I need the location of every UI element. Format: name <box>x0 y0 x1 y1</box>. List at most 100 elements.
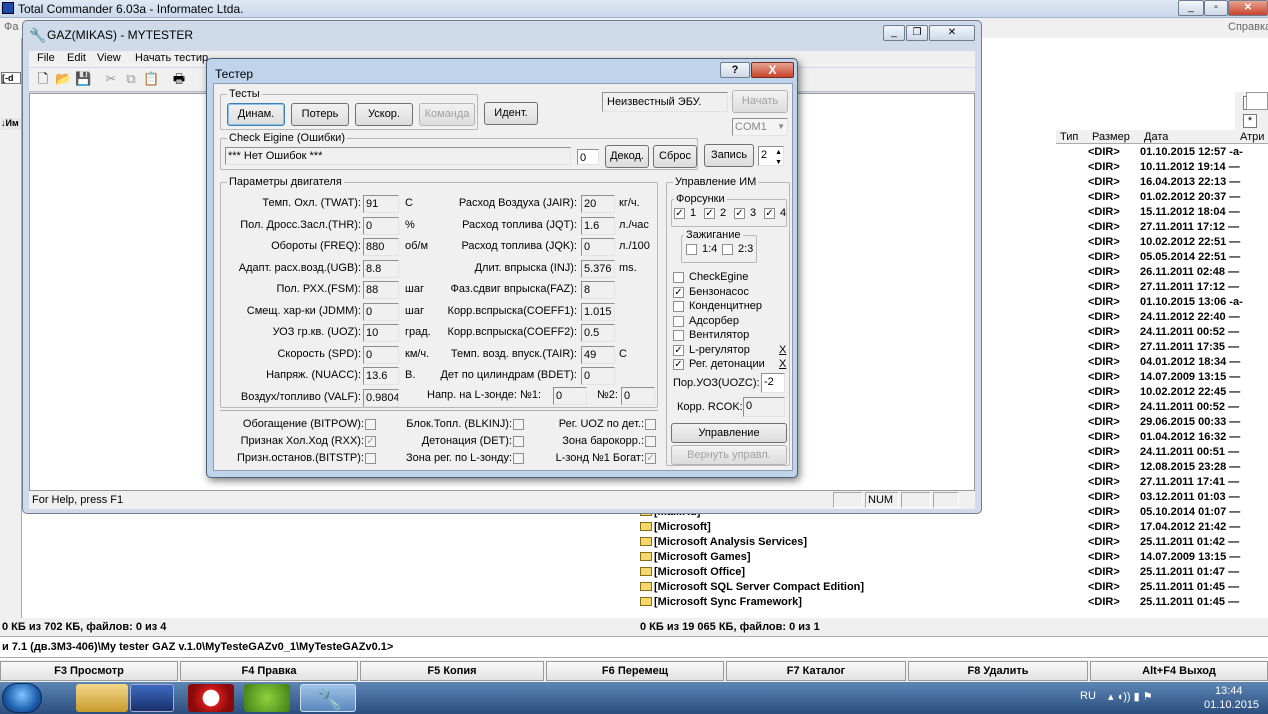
identify-button[interactable]: Идент. <box>484 102 538 125</box>
param-value: 0.9804 <box>363 388 399 407</box>
injector-checkbox[interactable]: ✓ <box>734 208 745 219</box>
tc-close-button[interactable]: ✕ <box>1228 0 1268 16</box>
menu-start-test[interactable]: Начать тестир <box>135 52 208 64</box>
help-button[interactable]: ? <box>720 62 750 78</box>
list-item[interactable]: [Microsoft Analysis Services] <DIR> 25.11.… <box>636 535 1268 550</box>
alt-f4-exit-button[interactable]: Alt+F4 Выход <box>1090 661 1268 681</box>
copy-icon[interactable]: ⧉ <box>123 71 139 87</box>
f7-mkdir-button[interactable]: F7 Каталог <box>726 661 906 681</box>
clock-time[interactable]: 13:44 <box>1215 685 1243 697</box>
f6-move-button[interactable]: F6 Перемещ <box>546 661 724 681</box>
filter-button[interactable]: * <box>1243 114 1257 128</box>
col-size[interactable]: Размер <box>1088 130 1140 144</box>
folder-icon <box>640 537 652 546</box>
clock-date[interactable]: 01.10.2015 <box>1204 699 1259 711</box>
col-type[interactable]: Тип <box>1056 130 1088 144</box>
reset-button[interactable]: Сброс <box>653 145 697 168</box>
print-icon[interactable]: 🖶 <box>171 71 187 87</box>
file-size: <DIR> <box>1088 326 1120 338</box>
injector-checkbox[interactable]: ✓ <box>674 208 685 219</box>
list-item[interactable]: [Microsoft SQL Server Compact Edition] <D… <box>636 580 1268 595</box>
system-tray: RU ▴ ◖)) ▮ ⚑ 13:44 01.10.2015 <box>1068 682 1268 714</box>
tc-maximize-button[interactable]: ▫ <box>1204 0 1228 16</box>
ignition-checkbox[interactable] <box>722 244 733 255</box>
new-file-icon[interactable]: 🗋 <box>35 71 51 87</box>
param-label: Длит. впрыска (INJ): <box>474 261 577 274</box>
param-label: Расход топлива (JQT): <box>462 218 577 231</box>
file-date: 16.04.2013 22:13 — <box>1140 176 1241 188</box>
injector-checkbox[interactable]: ✓ <box>704 208 715 219</box>
f3-view-button[interactable]: F3 Просмотр <box>0 661 178 681</box>
menu-file[interactable]: File <box>37 52 55 64</box>
mytester-restore-button[interactable]: ❐ <box>906 25 928 41</box>
opera-icon[interactable] <box>188 684 234 712</box>
tc-menu-help[interactable]: Справка <box>1228 21 1268 33</box>
menu-edit[interactable]: Edit <box>67 52 86 64</box>
im-x-button[interactable]: X <box>779 344 786 356</box>
param-label: Напряж. (NUACC): <box>266 369 361 381</box>
save-icon[interactable]: 💾 <box>75 71 91 87</box>
loss-test-button[interactable]: Потерь <box>291 103 349 126</box>
tc-command-line[interactable]: и 7.1 (дв.3М3-406)\My tester GAZ v.1.0\M… <box>0 636 1268 658</box>
im-checkbox[interactable]: ✓ <box>673 344 684 356</box>
total-commander-taskbar-icon[interactable] <box>130 684 174 712</box>
f5-copy-button[interactable]: F5 Копия <box>360 661 544 681</box>
language-indicator[interactable]: RU <box>1080 690 1096 702</box>
im-checkbox[interactable]: ✓ <box>673 286 684 298</box>
tester-close-button[interactable]: X <box>751 62 794 78</box>
param-value: 13.6 <box>363 367 399 385</box>
mytester-close-button[interactable]: ✕ <box>929 25 975 41</box>
tc-menu-file[interactable]: Фа <box>4 21 18 33</box>
explorer-icon[interactable] <box>76 684 128 712</box>
com-port-select[interactable]: COM1 ▼ <box>732 118 788 136</box>
col-attr[interactable]: Атри <box>1236 130 1268 144</box>
file-name-text: [Microsoft Sync Framework] <box>654 596 802 608</box>
mytester-minimize-button[interactable]: _ <box>883 25 905 41</box>
list-item[interactable]: [Microsoft Games] <DIR> 14.07.2009 13:15 — <box>636 550 1268 565</box>
file-size: <DIR> <box>1088 296 1120 308</box>
command-test-button[interactable]: Команда <box>419 103 475 126</box>
return-control-button[interactable]: Вернуть управл. <box>671 445 787 465</box>
control-button[interactable]: Управление <box>671 423 787 443</box>
record-spinner[interactable]: 2 ▲ ▼ <box>758 146 784 166</box>
im-x-button[interactable]: X <box>779 358 786 370</box>
im-checkbox[interactable] <box>673 301 684 312</box>
menu-view[interactable]: View <box>97 52 121 64</box>
start-button[interactable] <box>2 683 42 713</box>
record-button[interactable]: Запись <box>704 144 754 167</box>
status-cap <box>833 492 863 508</box>
flag-checkbox: ✓ <box>645 453 656 464</box>
f4-edit-button[interactable]: F4 Правка <box>180 661 358 681</box>
im-checkbox[interactable] <box>673 330 684 341</box>
tray-icons[interactable]: ▴ ◖)) ▮ ⚑ <box>1108 690 1153 703</box>
uozc-field[interactable]: -2 <box>761 373 785 393</box>
paste-icon[interactable]: 📋 <box>143 71 159 87</box>
mytester-taskbar-icon[interactable]: 🔧 <box>300 684 356 712</box>
cut-icon[interactable]: ✂ <box>103 71 119 87</box>
col-date[interactable]: Дата <box>1140 130 1236 144</box>
file-date: 26.11.2011 02:48 — <box>1140 266 1240 278</box>
flag-checkbox <box>645 419 656 430</box>
open-folder-icon[interactable]: 📂 <box>55 71 71 87</box>
decode-button[interactable]: Декод. <box>605 145 649 168</box>
status-num: NUM <box>865 492 899 508</box>
list-item[interactable]: [Microsoft Sync Framework] <DIR> 25.11.201… <box>636 595 1268 610</box>
accel-test-button[interactable]: Ускор. <box>355 103 413 126</box>
f8-delete-button[interactable]: F8 Удалить <box>908 661 1088 681</box>
list-item[interactable]: [Microsoft] <DIR> 17.04.2012 21:42 — <box>636 520 1268 535</box>
im-checkbox[interactable]: ✓ <box>673 359 684 370</box>
start-button-tester[interactable]: Начать <box>732 90 788 113</box>
tc-minimize-button[interactable]: _ <box>1178 0 1204 16</box>
param-label: Темп. возд. впуск.(TAIR): <box>450 347 577 360</box>
spin-down-icon[interactable]: ▼ <box>775 155 782 165</box>
mytester-status-bar: For Help, press F1 NUM <box>29 491 975 509</box>
ignition-checkbox[interactable] <box>686 244 697 255</box>
im-checkbox[interactable] <box>673 272 684 283</box>
file-size: <DIR> <box>1088 551 1120 563</box>
im-checkbox[interactable] <box>673 315 684 327</box>
utorrent-icon[interactable] <box>244 684 290 712</box>
injector-checkbox[interactable]: ✓ <box>764 208 775 219</box>
up-dir-button[interactable] <box>1246 92 1268 110</box>
dynamic-test-button[interactable]: Динам. <box>227 103 285 126</box>
list-item[interactable]: [Microsoft Office] <DIR> 25.11.2011 01:47 … <box>636 565 1268 580</box>
